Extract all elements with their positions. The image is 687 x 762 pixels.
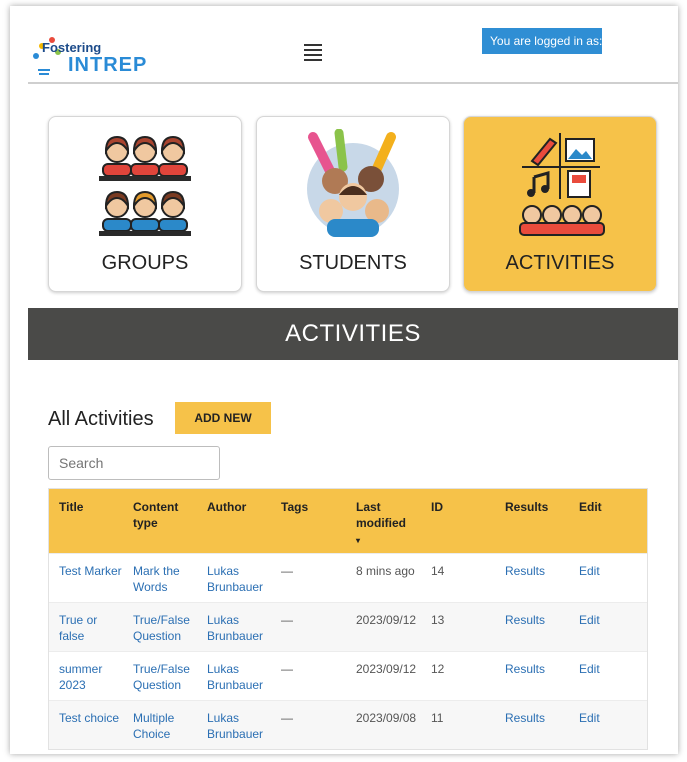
- table-row: Test choice Multiple Choice Lukas Brunba…: [49, 700, 647, 749]
- header-id[interactable]: ID: [431, 499, 491, 515]
- results-link[interactable]: Results: [505, 661, 571, 677]
- section-banner: ACTIVITIES: [28, 308, 678, 360]
- header-last-modified[interactable]: Last modified ▾: [356, 499, 426, 549]
- header-author[interactable]: Author: [207, 499, 277, 515]
- id-cell: 13: [431, 613, 445, 627]
- table-row: True or false True/False Question Lukas …: [49, 602, 647, 651]
- edit-link[interactable]: Edit: [579, 661, 629, 677]
- sort-descending-icon: ▾: [356, 536, 361, 545]
- activities-table: Title Content type Author Tags Last modi…: [48, 488, 648, 750]
- results-link[interactable]: Results: [505, 563, 571, 579]
- logo-text-bottom: INTREP: [68, 54, 148, 76]
- activities-icon: [519, 133, 605, 236]
- results-link[interactable]: Results: [505, 612, 571, 628]
- id-cell: 12: [431, 662, 445, 676]
- content-type-link[interactable]: Multiple Choice: [133, 710, 203, 742]
- header-content-type[interactable]: Content type: [133, 499, 203, 531]
- table-row: summer 2023 True/False Question Lukas Br…: [49, 651, 647, 700]
- content-type-link[interactable]: Mark the Words: [133, 563, 203, 595]
- author-link[interactable]: Lukas Brunbauer: [207, 612, 277, 644]
- page-frame: Fostering INTREP You are logged in as: G…: [10, 6, 678, 754]
- groups-icon: [99, 135, 191, 236]
- tags-cell: —: [281, 662, 293, 676]
- content-type-link[interactable]: True/False Question: [133, 612, 203, 644]
- results-link[interactable]: Results: [505, 710, 571, 726]
- lightbulb-logo-icon: [33, 37, 61, 75]
- tags-cell: —: [281, 613, 293, 627]
- content-type-link[interactable]: True/False Question: [133, 661, 203, 693]
- tags-cell: —: [281, 564, 293, 578]
- students-tile-label: STUDENTS: [299, 252, 407, 274]
- edit-link[interactable]: Edit: [579, 612, 629, 628]
- add-new-button[interactable]: ADD NEW: [175, 402, 271, 434]
- header-tags[interactable]: Tags: [281, 499, 347, 515]
- last-modified-cell: 2023/09/08: [356, 711, 417, 725]
- activity-title-link[interactable]: True or false: [59, 612, 125, 644]
- groups-tile-label: GROUPS: [101, 252, 189, 274]
- author-link[interactable]: Lukas Brunbauer: [207, 661, 277, 693]
- last-modified-cell: 2023/09/12: [356, 613, 417, 627]
- groups-tile[interactable]: GROUPS: [48, 116, 242, 292]
- tags-cell: —: [281, 711, 293, 725]
- page-title: All Activities: [48, 408, 154, 430]
- table-header: Title Content type Author Tags Last modi…: [49, 489, 647, 553]
- students-icon: [307, 129, 399, 237]
- header-divider: [28, 82, 678, 84]
- activity-title-link[interactable]: Test choice: [59, 710, 125, 726]
- id-cell: 11: [431, 711, 444, 725]
- activities-tile[interactable]: ACTIVITIES: [463, 116, 657, 292]
- fostering-intrep-logo[interactable]: Fostering INTREP: [28, 24, 163, 82]
- header-edit: Edit: [579, 500, 602, 514]
- activity-title-link[interactable]: summer 2023: [59, 661, 125, 693]
- author-link[interactable]: Lukas Brunbauer: [207, 710, 277, 742]
- activities-tile-label: ACTIVITIES: [505, 252, 615, 274]
- edit-link[interactable]: Edit: [579, 710, 629, 726]
- header-last-modified-label: Last modified: [356, 500, 406, 530]
- hamburger-icon[interactable]: [304, 44, 322, 61]
- header-title[interactable]: Title: [59, 499, 125, 515]
- last-modified-cell: 8 mins ago: [356, 564, 415, 578]
- logo-text-top: Fostering: [42, 40, 102, 55]
- students-tile[interactable]: STUDENTS: [256, 116, 450, 292]
- last-modified-cell: 2023/09/12: [356, 662, 417, 676]
- author-link[interactable]: Lukas Brunbauer: [207, 563, 277, 595]
- id-cell: 14: [431, 564, 445, 578]
- edit-link[interactable]: Edit: [579, 563, 629, 579]
- login-status-badge: You are logged in as:: [482, 28, 602, 54]
- activity-title-link[interactable]: Test Marker: [59, 563, 125, 579]
- search-input[interactable]: [48, 446, 220, 480]
- header-results: Results: [505, 500, 549, 514]
- table-row: Test Marker Mark the Words Lukas Brunbau…: [49, 553, 647, 602]
